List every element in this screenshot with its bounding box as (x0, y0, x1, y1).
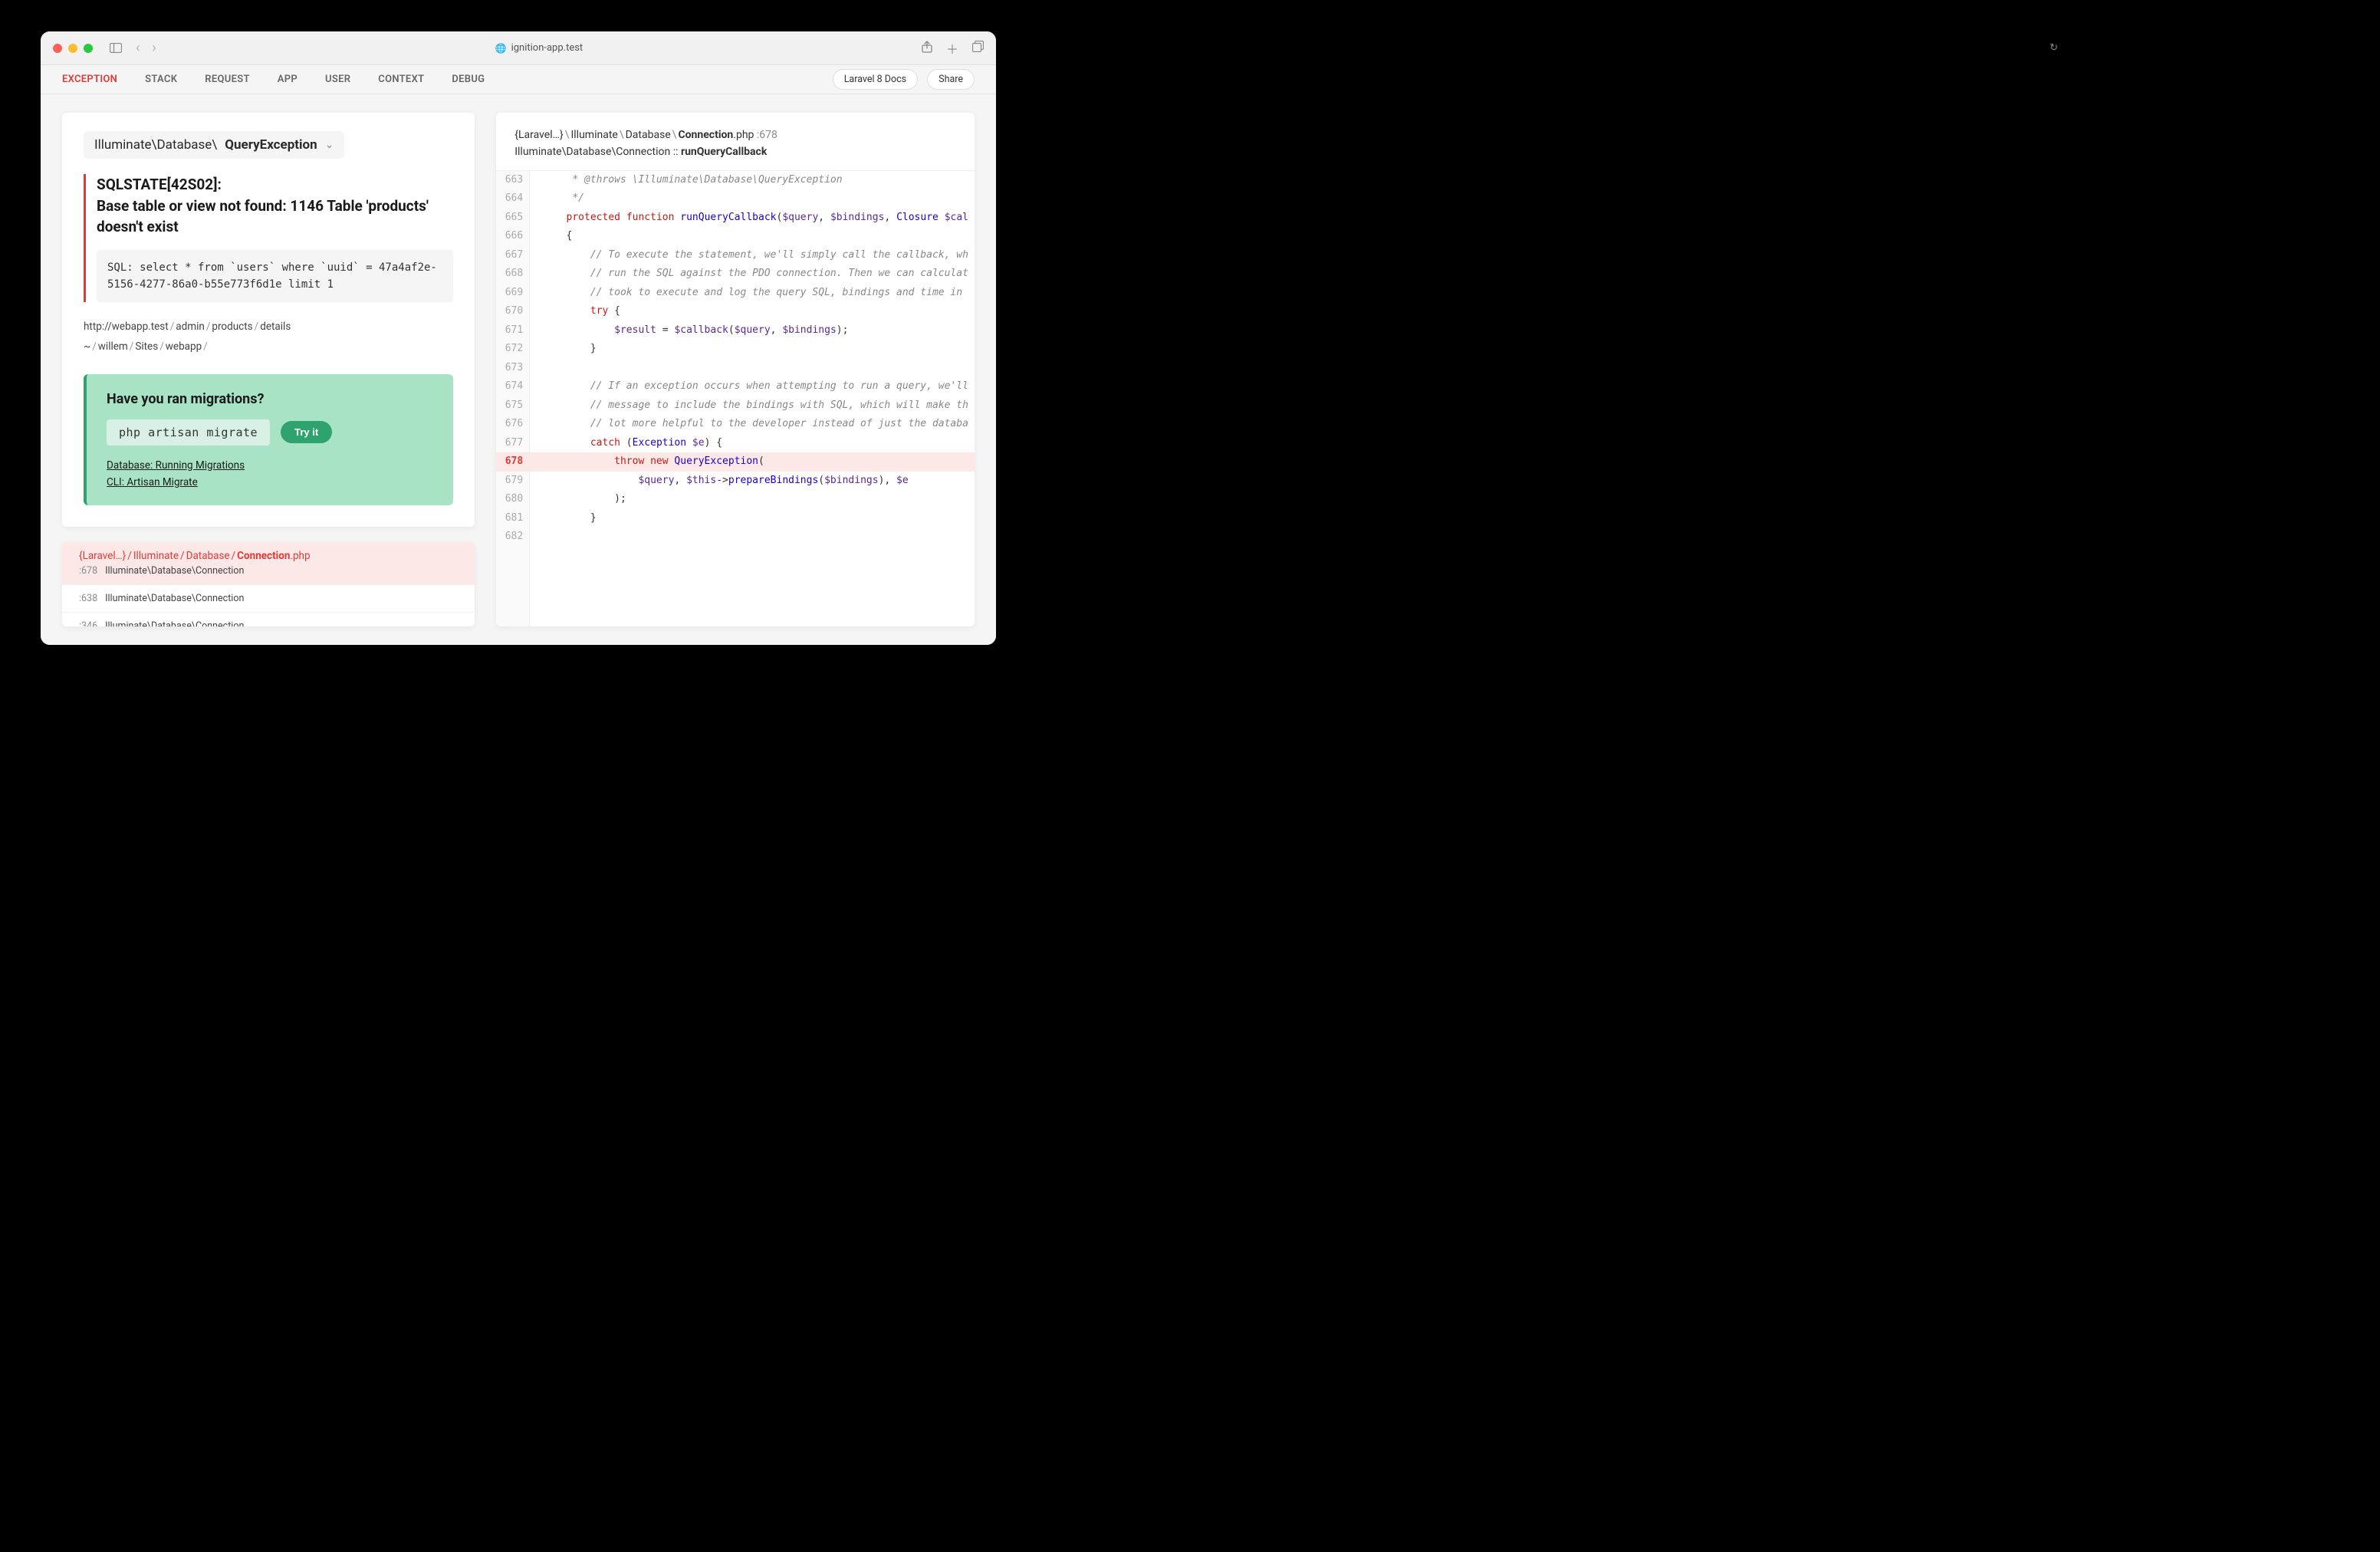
chevron-down-icon: ⌄ (325, 139, 334, 151)
line-gutter: 6636646656666676686696706716726736746756… (496, 171, 530, 626)
stack-card: {Laravel…}/Illuminate/Database/Connectio… (62, 542, 475, 626)
titlebar: ‹ › 🌐 ignition-app.test ↻ ＋ (41, 31, 996, 65)
suggestion-title: Have you ran migrations? (107, 391, 433, 407)
globe-icon: 🌐 (495, 43, 507, 54)
close-window-button[interactable] (53, 44, 62, 53)
tab-exception[interactable]: EXCEPTION (62, 74, 117, 85)
left-column: Illuminate\Database\ QueryException ⌄ SQL… (62, 113, 475, 626)
exception-class-selector[interactable]: Illuminate\Database\ QueryException ⌄ (84, 131, 344, 159)
tab-debug[interactable]: DEBUG (452, 74, 485, 85)
right-column: {Laravel…}\Illuminate\Database\Connectio… (496, 113, 975, 626)
tab-context[interactable]: CONTEXT (378, 74, 424, 85)
suggestion-command: php artisan migrate (107, 419, 270, 446)
tab-request[interactable]: REQUEST (205, 74, 249, 85)
sql-query: SQL: select * from `users` where `uuid` … (97, 250, 453, 303)
maximize-window-button[interactable] (84, 44, 93, 53)
stack-frame[interactable]: :638Illuminate\Database\Connection (62, 585, 475, 613)
stack-frame[interactable]: :346Illuminate\Database\Connection (62, 613, 475, 626)
error-block: SQLSTATE[42S02]: Base table or view not … (84, 174, 453, 302)
tab-app[interactable]: APP (278, 74, 298, 85)
share-button[interactable]: Share (927, 69, 975, 90)
try-it-button[interactable]: Try it (281, 421, 332, 443)
nav-arrows: ‹ › (136, 40, 156, 56)
ignition-tabs: EXCEPTION STACK REQUEST APP USER CONTEXT… (41, 65, 996, 94)
content-area: Illuminate\Database\ QueryException ⌄ SQL… (41, 94, 996, 645)
minimize-window-button[interactable] (68, 44, 77, 53)
tab-stack[interactable]: STACK (145, 74, 177, 85)
tabs-overview-icon[interactable] (972, 41, 984, 55)
code-header: {Laravel…}\Illuminate\Database\Connectio… (496, 113, 975, 170)
suggestion-link[interactable]: Database: Running Migrations (107, 459, 433, 472)
exception-card: Illuminate\Database\ QueryException ⌄ SQL… (62, 113, 475, 527)
new-tab-icon[interactable]: ＋ (946, 39, 958, 58)
url-bar[interactable]: 🌐 ignition-app.test ↻ (163, 42, 916, 54)
exception-class-name: QueryException (225, 137, 317, 153)
request-url-path: http://webapp.test/admin/products/detail… (84, 317, 453, 357)
sidebar-toggle-icon[interactable] (108, 41, 123, 56)
suggestion-links: Database: Running Migrations CLI: Artisa… (107, 459, 433, 488)
suggestion-link[interactable]: CLI: Artisan Migrate (107, 476, 433, 488)
url-text: ignition-app.test (511, 42, 583, 54)
stack-frame[interactable]: {Laravel…}/Illuminate/Database/Connectio… (62, 542, 475, 585)
nav-back-button[interactable]: ‹ (136, 40, 140, 56)
browser-window: ‹ › 🌐 ignition-app.test ↻ ＋ EXCEPTION ST… (41, 31, 996, 645)
code-card: {Laravel…}\Illuminate\Database\Connectio… (496, 113, 975, 626)
error-title: SQLSTATE[42S02]: Base table or view not … (97, 174, 453, 238)
code-body[interactable]: 6636646656666676686696706716726736746756… (496, 170, 975, 626)
nav-forward-button[interactable]: › (152, 40, 156, 56)
share-icon[interactable] (922, 41, 932, 56)
code-lines: * @throws \Illuminate\Database\QueryExce… (530, 171, 975, 626)
docs-link-button[interactable]: Laravel 8 Docs (833, 69, 918, 90)
suggestion-card: Have you ran migrations? php artisan mig… (84, 374, 453, 505)
stack-frame-path: {Laravel…}/Illuminate/Database/Connectio… (79, 550, 458, 562)
exception-namespace: Illuminate\Database\ (94, 137, 217, 153)
traffic-lights (53, 44, 93, 53)
titlebar-actions: ＋ (922, 39, 984, 58)
tab-user[interactable]: USER (325, 74, 350, 85)
